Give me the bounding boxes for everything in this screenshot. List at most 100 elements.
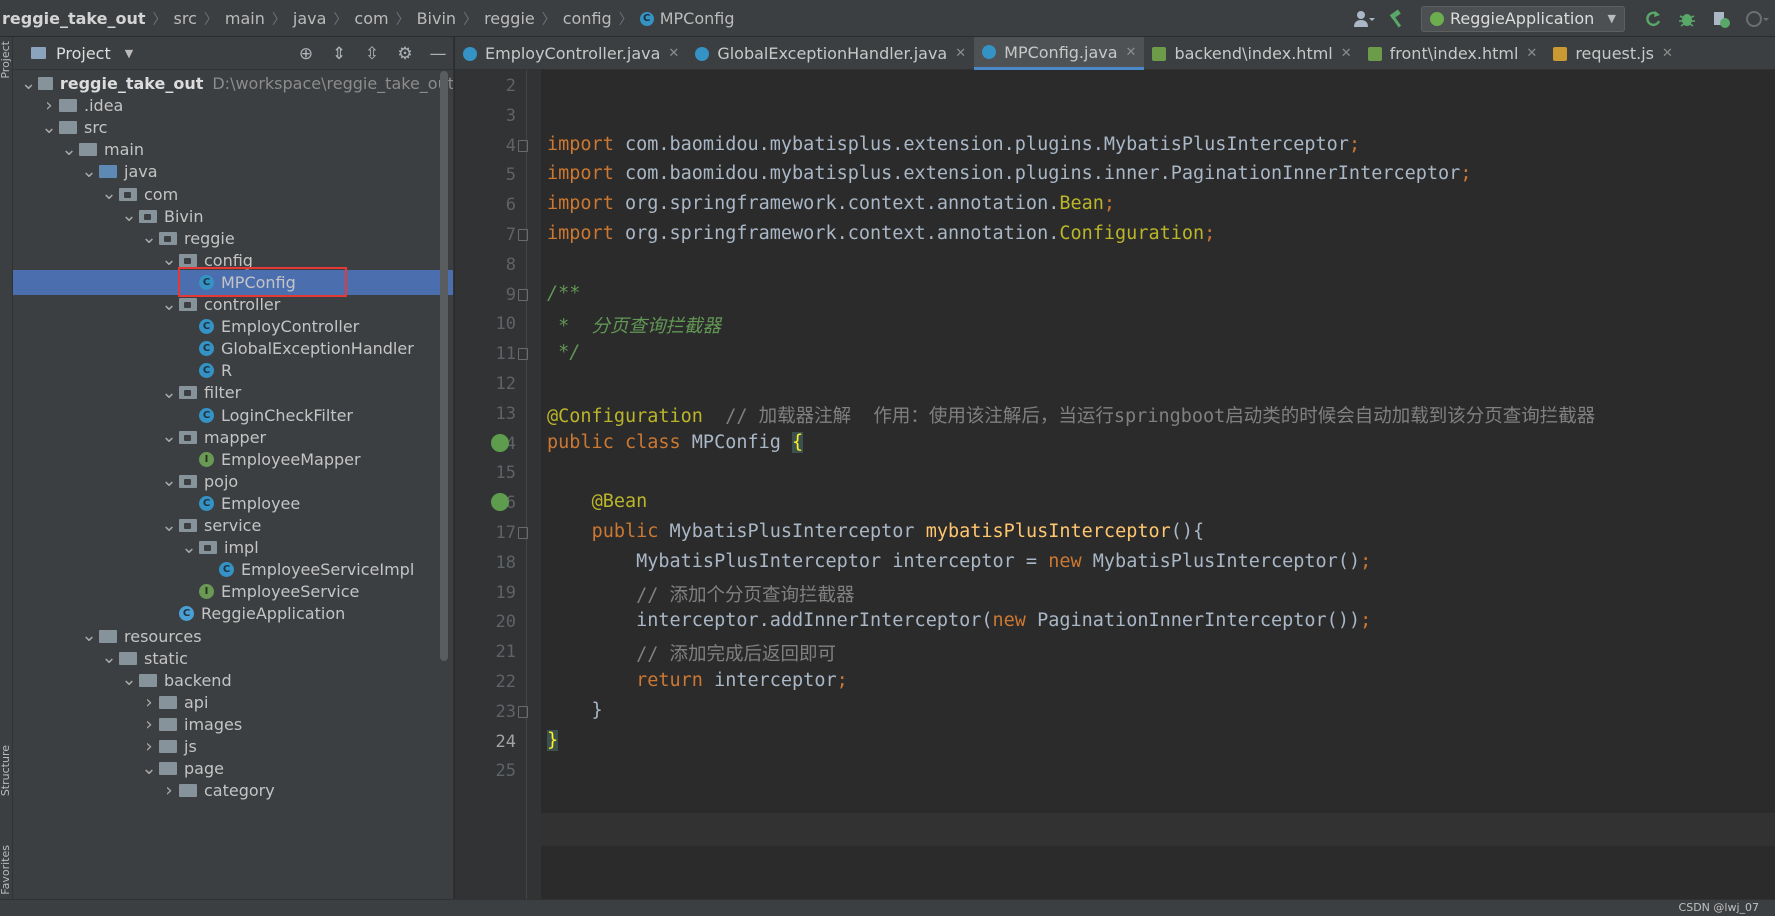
chevron-down-icon[interactable]: ⌄	[101, 649, 117, 667]
chevron-down-icon[interactable]: ⌄	[101, 185, 117, 203]
fold-marker-icon[interactable]	[518, 705, 528, 718]
chevron-right-icon[interactable]: ›	[141, 714, 157, 735]
collapse-all-icon[interactable]: ⇳	[360, 42, 384, 66]
spring-app-icon	[1430, 11, 1444, 26]
tab-globalexceptionhandler-java[interactable]: GlobalExceptionHandler.java ✕	[687, 37, 974, 70]
line-number: 18	[495, 552, 516, 573]
code-line: }	[547, 700, 603, 721]
chevron-down-icon[interactable]: ⌄	[81, 162, 97, 180]
code-token: import	[547, 193, 625, 215]
chevron-down-icon[interactable]: ⌄	[41, 118, 57, 136]
chevron-right-icon[interactable]: ›	[41, 95, 57, 116]
chevron-down-icon[interactable]: ⌄	[161, 251, 177, 269]
chevron-down-icon[interactable]: ⌄	[121, 671, 137, 689]
build-hammer-icon[interactable]	[1387, 8, 1407, 29]
fold-marker-icon[interactable]	[518, 139, 528, 152]
fold-marker-icon[interactable]	[518, 527, 528, 539]
code-token: ;	[1348, 133, 1361, 155]
locate-target-icon[interactable]: ⊕	[294, 42, 318, 66]
code-token: import	[547, 223, 625, 244]
code-token: ;	[1360, 610, 1372, 632]
tree-node-label: ReggieApplication	[201, 604, 346, 624]
breadcrumb-item[interactable]: Bivin	[417, 9, 456, 28]
close-icon[interactable]: ✕	[1662, 46, 1673, 61]
class-icon: C	[199, 407, 214, 423]
project-tool-button[interactable]: Project	[0, 41, 13, 79]
tab-backend-index-html[interactable]: backend\index.html ✕	[1144, 37, 1359, 70]
chevron-down-icon[interactable]: ⌄	[21, 74, 36, 92]
favorites-tool-button[interactable]: Favorites	[0, 845, 13, 895]
close-icon[interactable]: ✕	[1526, 46, 1537, 61]
close-icon[interactable]: ✕	[955, 46, 966, 61]
breadcrumb-item[interactable]: reggie	[484, 9, 535, 28]
tab-front-index-html[interactable]: front\index.html ✕	[1360, 37, 1546, 70]
line-number: 15	[495, 463, 516, 484]
chevron-down-icon[interactable]: ⌄	[161, 472, 177, 490]
tree-node-category[interactable]: › category	[13, 778, 453, 803]
code-token: }	[547, 729, 559, 751]
project-view-select[interactable]: Project ▼	[31, 44, 133, 63]
package-icon	[139, 209, 157, 223]
chevron-down-icon[interactable]: ⌄	[161, 295, 177, 313]
code-token: org.springframework.context.annotation.	[624, 223, 1060, 244]
folder-icon	[159, 762, 177, 776]
chevron-down-icon[interactable]: ⌄	[181, 538, 197, 556]
code-token: interceptor.addInnerInterceptor(	[547, 610, 993, 632]
hide-panel-icon[interactable]: —	[426, 42, 450, 66]
code-editor[interactable]: 2 3 4 import com.baomidou.mybatisplus.exten…	[455, 70, 1775, 899]
chevron-right-icon[interactable]: ›	[161, 780, 177, 801]
gear-icon[interactable]: ⚙	[393, 42, 417, 66]
breadcrumb-item[interactable]: config	[563, 9, 612, 28]
chevron-down-icon[interactable]: ⌄	[121, 207, 137, 225]
breadcrumb-item[interactable]: java	[293, 9, 327, 28]
tab-label: MPConfig.java	[1004, 42, 1118, 62]
chevron-right-icon[interactable]: ›	[141, 736, 157, 757]
chevron-down-icon[interactable]: ⌄	[141, 759, 157, 777]
tab-employcontroller-java[interactable]: EmployController.java ✕	[455, 37, 687, 70]
profiler-icon[interactable]	[1745, 9, 1769, 29]
chevron-down-icon[interactable]: ⌄	[161, 428, 177, 446]
rerun-icon[interactable]	[1643, 9, 1663, 29]
chevron-down-icon[interactable]: ⌄	[81, 627, 97, 645]
fold-marker-icon[interactable]	[518, 348, 528, 361]
coverage-icon[interactable]	[1711, 9, 1731, 29]
code-line: @Bean	[547, 491, 648, 512]
expand-all-icon[interactable]: ⇕	[327, 42, 351, 66]
tree-node-label: category	[204, 781, 275, 801]
tree-node-label: resources	[124, 626, 202, 646]
line-number: 23	[495, 701, 516, 722]
run-configuration-select[interactable]: ReggieApplication ▼	[1421, 5, 1625, 32]
breadcrumb-item[interactable]: C MPConfig	[639, 9, 735, 28]
chevron-down-icon[interactable]: ⌄	[161, 516, 177, 534]
chevron-down-icon[interactable]: ⌄	[141, 229, 157, 247]
structure-tool-button[interactable]: Structure	[0, 745, 13, 796]
code-line: * 分页查询拦截器	[547, 312, 721, 338]
folder-icon	[59, 121, 77, 135]
spring-bean-icon[interactable]	[491, 433, 509, 452]
close-icon[interactable]: ✕	[1126, 45, 1137, 60]
breadcrumb-item[interactable]: src	[174, 9, 197, 28]
fold-marker-icon[interactable]	[518, 229, 528, 241]
fold-marker-icon[interactable]	[518, 288, 528, 301]
code-token: new	[1048, 550, 1093, 572]
package-icon	[159, 231, 177, 245]
tab-mpconfig-java[interactable]: MPConfig.java ✕	[974, 37, 1145, 70]
close-icon[interactable]: ✕	[1341, 46, 1352, 61]
debug-bug-icon[interactable]	[1677, 9, 1697, 29]
user-icon[interactable]	[1353, 9, 1375, 29]
code-token: import	[547, 163, 625, 185]
tab-request-js[interactable]: request.js ✕	[1545, 37, 1681, 70]
chevron-down-icon[interactable]: ⌄	[61, 140, 77, 158]
breadcrumb-item[interactable]: com	[354, 9, 388, 28]
breadcrumb-item[interactable]: main	[225, 9, 265, 28]
breadcrumb-item[interactable]: reggie_take_out	[2, 9, 146, 28]
tree-node-label: R	[221, 361, 233, 381]
project-scrollbar[interactable]	[440, 71, 448, 661]
package-icon	[179, 430, 197, 444]
line-number: 22	[495, 672, 516, 692]
class-icon: C	[199, 495, 214, 511]
chevron-down-icon[interactable]: ⌄	[161, 383, 177, 401]
interface-icon: I	[199, 451, 214, 467]
close-icon[interactable]: ✕	[668, 46, 679, 61]
chevron-right-icon[interactable]: ›	[141, 692, 157, 713]
